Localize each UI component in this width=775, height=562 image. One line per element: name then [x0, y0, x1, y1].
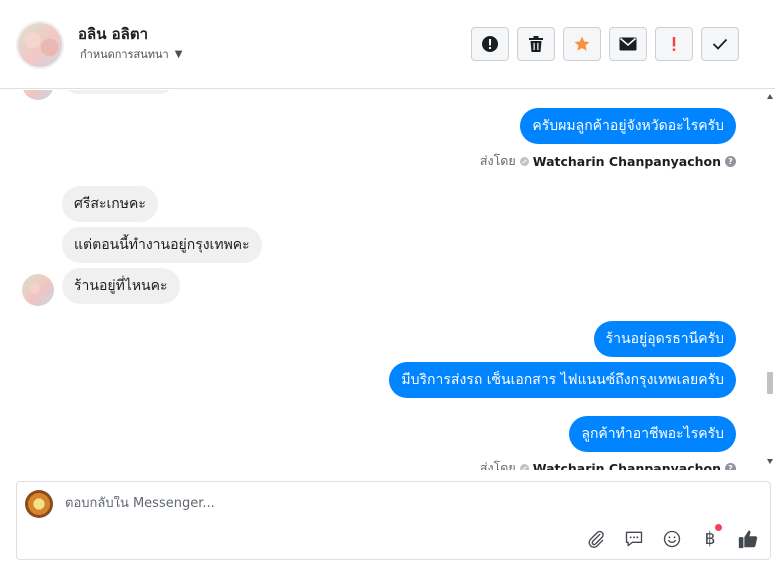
message-thread[interactable]: ครับผมลูกค้าอยู่จังหวัดอะไรครับ ส่งโดย W…: [0, 90, 760, 470]
envelope-icon: [619, 37, 637, 51]
admin-check-icon: [519, 463, 529, 470]
conversation-header: อลิน อลิตา กำหนดการสนทนา ▼: [0, 0, 775, 89]
mark-spam-button[interactable]: [471, 27, 509, 61]
exclamation-icon: [672, 37, 676, 51]
page-avatar: [25, 490, 53, 518]
mark-done-button[interactable]: [701, 27, 739, 61]
scrollbar-thumb[interactable]: [767, 372, 773, 394]
help-icon[interactable]: ?: [725, 155, 736, 167]
contact-avatar-small: [22, 90, 54, 100]
message-bubble-fragment: [64, 90, 174, 94]
outgoing-message[interactable]: ครับผมลูกค้าอยู่จังหวัดอะไรครับ: [520, 108, 736, 144]
incoming-message[interactable]: ร้านอยู่ที่ไหนคะ: [62, 268, 180, 304]
contact-name[interactable]: อลิน อลิตา: [78, 22, 148, 46]
exclamation-circle-icon: [482, 36, 498, 52]
scroll-down-arrow-icon[interactable]: [767, 459, 773, 464]
speech-bubble-icon: [625, 531, 643, 547]
notification-dot: [715, 524, 722, 531]
assign-conversation-dropdown[interactable]: กำหนดการสนทนา ▼: [80, 45, 182, 63]
help-icon[interactable]: ?: [725, 462, 736, 470]
sent-by-info: ส่งโดย Watcharin Chanpanyachon ?: [480, 151, 736, 171]
emoji-button[interactable]: [660, 527, 684, 551]
outgoing-message[interactable]: มีบริการส่งรถ เซ็นเอกสาร ไฟแนนซ์ถึงกรุงเ…: [389, 362, 736, 398]
thumbs-up-icon: [738, 530, 758, 549]
delete-button[interactable]: [517, 27, 555, 61]
reply-input[interactable]: [65, 496, 585, 511]
scroll-up-arrow-icon[interactable]: [767, 94, 773, 99]
conversation-actions: [471, 27, 739, 61]
contact-avatar-small[interactable]: [22, 274, 54, 306]
assign-label: กำหนดการสนทนา: [80, 48, 169, 61]
attach-button[interactable]: [584, 527, 608, 551]
mark-unread-button[interactable]: [609, 27, 647, 61]
thread-scrollbar[interactable]: [764, 90, 775, 470]
caret-down-icon: ▼: [174, 48, 183, 60]
incoming-message[interactable]: ศรีสะเกษคะ: [62, 186, 158, 222]
paperclip-icon: [588, 530, 604, 548]
payment-button[interactable]: ฿: [698, 524, 722, 551]
sent-by-prefix: ส่งโดย: [479, 460, 516, 470]
star-icon: [574, 36, 590, 51]
sent-by-name[interactable]: Watcharin Chanpanyachon: [533, 461, 721, 471]
outgoing-message[interactable]: ลูกค้าทำอาชีพอะไรครับ: [569, 416, 736, 452]
reply-composer: ฿: [16, 481, 771, 560]
outgoing-message[interactable]: ร้านอยู่อุดรธานีครับ: [593, 321, 736, 357]
incoming-message[interactable]: แต่ตอนนี้ทำงานอยู่กรุงเทพคะ: [62, 227, 262, 263]
baht-icon: ฿: [704, 529, 716, 549]
check-icon: [712, 38, 728, 50]
trash-icon: [529, 36, 543, 52]
composer-toolbar: ฿: [584, 524, 760, 551]
contact-avatar[interactable]: [16, 21, 64, 69]
saved-replies-button[interactable]: [622, 527, 646, 551]
sent-by-name[interactable]: Watcharin Chanpanyachon: [533, 154, 721, 169]
sent-by-info: ส่งโดย Watcharin Chanpanyachon ?: [480, 458, 736, 470]
sent-by-prefix: ส่งโดย: [479, 153, 516, 168]
smiley-icon: [663, 530, 681, 548]
admin-check-icon: [519, 156, 529, 166]
mark-important-button[interactable]: [655, 27, 693, 61]
star-button[interactable]: [563, 27, 601, 61]
like-button[interactable]: [736, 527, 760, 551]
